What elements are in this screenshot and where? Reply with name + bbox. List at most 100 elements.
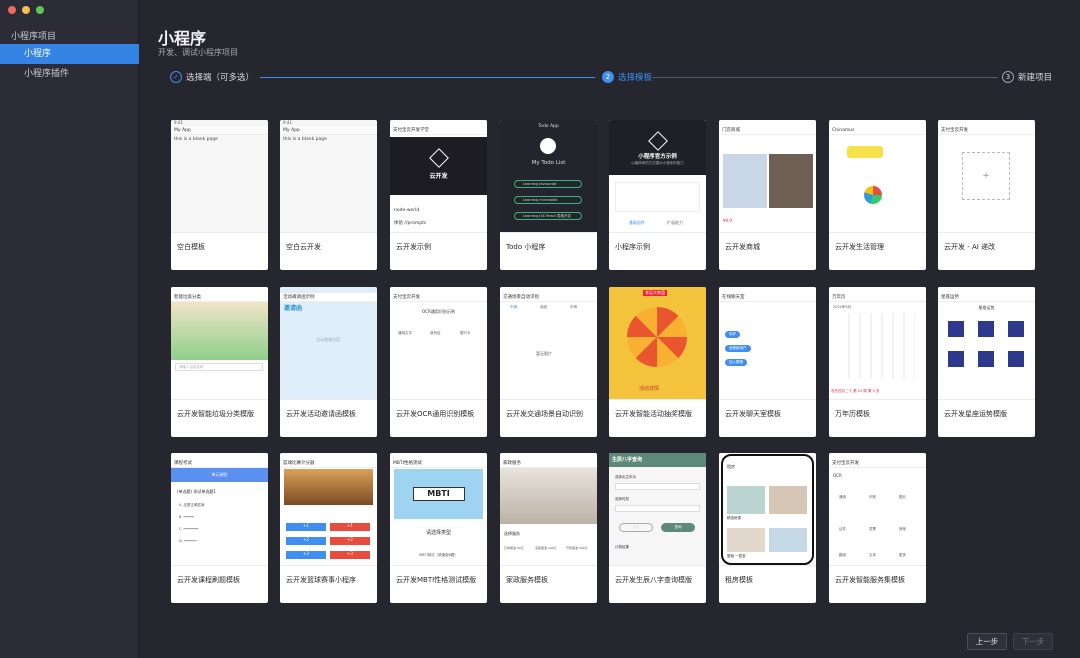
preview-nav: My App	[171, 126, 268, 135]
service-item: 翻译	[839, 553, 846, 557]
next-button[interactable]: 下一步	[1013, 633, 1053, 650]
page-title: 小程序	[158, 29, 207, 48]
preview-banner	[171, 302, 268, 360]
chat-bubble: 你好	[725, 331, 740, 338]
template-name: 云开发智能活动抽奖模版	[615, 410, 692, 418]
preview-hero-title: 云开发	[429, 173, 448, 180]
price-item: 日常保洁 99元	[504, 546, 524, 550]
template-card[interactable]: Chinamus 云开发生活管理	[829, 120, 926, 270]
template-preview: 支付宝云开发学堂 云开发 node-world 体验 //prompts	[390, 120, 487, 233]
preview-tab: 道路	[540, 305, 547, 309]
room-image	[769, 528, 807, 552]
template-card[interactable]: 家政服务 选择服务 日常保洁 99元 深度保洁 199元 开荒保洁 299元 家…	[500, 453, 597, 603]
preview-nav: 支付宝云开发	[938, 126, 1035, 135]
template-preview: 9:41 My App this is a blank page	[171, 120, 268, 233]
zodiac-icon	[948, 351, 964, 367]
template-name: 空白云开发	[286, 243, 321, 251]
template-card[interactable]: 活动邀请函示例 邀请函 活动邀请内容 云开发活动邀请函模板	[280, 287, 377, 437]
template-card[interactable]: 支付宝云开发 + 云开发 - AI 递改	[938, 120, 1035, 270]
preview-title: 租房	[727, 464, 735, 469]
step-connector-1	[260, 77, 595, 78]
template-card[interactable]: 支付宝云开发 OCR 通用 识别 图片 证件 发票 其他 翻译 文本 更多 云开…	[829, 453, 926, 603]
preview-item: node-world	[394, 208, 420, 213]
sidebar-item-plugin[interactable]: 小程序插件	[0, 64, 139, 84]
template-name: 云开发篮球赛事小程序	[286, 576, 356, 584]
template-card[interactable]: Todo App My Todo List Learning Javascrip…	[500, 120, 597, 270]
preview-title: 星座运势	[978, 305, 995, 310]
score-button[interactable]: +3	[286, 551, 326, 559]
template-card[interactable]: 星座运势 星座运势 云开发星座运势模版	[938, 287, 1035, 437]
maximize-window-button[interactable]	[36, 6, 44, 14]
preview-tab: 扩展能力	[667, 220, 683, 225]
template-preview: 星座运势 星座运势	[938, 287, 1035, 400]
chat-bubble: 加入群聊	[725, 359, 747, 366]
template-card[interactable]: 幸运大转盘 活动详情 云开发智能活动抽奖模版	[609, 287, 706, 437]
template-card[interactable]: 课程考试 单元测验 (单选题) 测试单选题1 A. 这是正确答案 B. ━━━━…	[171, 453, 268, 603]
template-preview: 万年历 2022年9月 农历四月二十 第 22 周 第 3 天	[829, 287, 926, 400]
window-controls	[8, 6, 44, 14]
preview-button: 活动详情	[639, 386, 660, 392]
preview-item: 银行卡	[460, 331, 471, 335]
score-button[interactable]: +1	[286, 523, 326, 531]
template-preview: 门店商城 ¥9.9	[719, 120, 816, 233]
template-card[interactable]: 9:41 My App this is a blank page 空白云开发	[280, 120, 377, 270]
template-card[interactable]: 支付宝云开发学堂 云开发 node-world 体验 //prompts 云开发…	[390, 120, 487, 270]
preview-banner	[847, 146, 883, 158]
zodiac-icon	[978, 351, 994, 367]
template-card[interactable]: 支付宝云开发 OCR通用识别示例 通用文字 身份证 银行卡 云开发OCR通用识别…	[390, 287, 487, 437]
template-card[interactable]: 门店商城 ¥9.9 云开发商城	[719, 120, 816, 270]
score-button[interactable]: +1	[330, 523, 370, 531]
step-3-number: 3	[1002, 71, 1014, 83]
template-preview: MBTI性格测试 MBTI 请选择类型 MBTI测试（简速版6题）	[390, 453, 487, 566]
preview-search: 请输入垃圾名称	[175, 363, 263, 371]
template-card[interactable]: 交通场景自动识别 车辆 道路 车牌 暂无图片 云开发交通场景自动识别	[500, 287, 597, 437]
preview-tab: 车辆	[510, 305, 517, 309]
chat-bubble: 我是新用户	[725, 345, 751, 352]
room-image	[727, 528, 765, 552]
service-item: 发票	[869, 527, 876, 531]
preview-title: 选择服务	[504, 531, 520, 536]
preview-input	[615, 505, 700, 512]
close-window-button[interactable]	[8, 6, 16, 14]
sidebar-item-miniprogram[interactable]: 小程序	[0, 44, 139, 64]
template-card[interactable]: 小程序官方示例 以最简单的方式展示小程序的能力 基础组件 扩展能力 小程序示例	[609, 120, 706, 270]
zodiac-icon	[1008, 321, 1024, 337]
template-card[interactable]: 篮球比赛计分器 +1 +1 +2 +2 +3 +3 云开发篮球赛事小程序	[280, 453, 377, 603]
preview-option: A. 这是正确答案	[179, 503, 205, 507]
template-card[interactable]: 9:41 My App this is a blank page 空白模板	[171, 120, 268, 270]
template-card[interactable]: 智能垃圾分类 请输入垃圾名称 云开发智能垃圾分类模版	[171, 287, 268, 437]
preview-question: (单选题) 测试单选题1	[177, 489, 216, 494]
prev-button[interactable]: 上一步	[967, 633, 1007, 650]
template-preview: 篮球比赛计分器 +1 +1 +2 +2 +3 +3	[280, 453, 377, 566]
service-item: 通用	[839, 495, 846, 499]
calendar-grid	[839, 313, 915, 379]
preview-banner: 单元测验	[171, 468, 268, 482]
preview-footer: MBTI测试（简速版6题）	[419, 553, 458, 557]
template-card[interactable]: 在线聊天室 你好 我是新用户 加入群聊 云开发聊天室模板	[719, 287, 816, 437]
query-button[interactable]: 查询	[661, 523, 695, 532]
service-item: 其他	[899, 527, 906, 531]
step-indicator: ✓ 选择端（可多选） 2 选择模板 3 新建项目	[170, 71, 1052, 85]
reset-button[interactable]: 重置	[619, 523, 653, 532]
score-button[interactable]: +2	[286, 537, 326, 545]
template-card[interactable]: 生辰八字查询 选择出生年月 选择时辰 重置 查询 计算结果 云开发生辰八字查询模…	[609, 453, 706, 603]
template-card[interactable]: 租房 精选房源 整租·一居室 租房模板	[719, 453, 816, 603]
template-card[interactable]: 万年历 2022年9月 农历四月二十 第 22 周 第 3 天 万年历模板	[829, 287, 926, 437]
score-button[interactable]: +3	[330, 551, 370, 559]
template-preview: Chinamus	[829, 120, 926, 233]
minimize-window-button[interactable]	[22, 6, 30, 14]
preview-nav: 交通场景自动识别	[500, 293, 597, 302]
product-image	[723, 154, 767, 208]
preview-footer: 计算结果	[615, 545, 629, 549]
preview-nav: My App	[280, 126, 377, 135]
preview-nav: 在线聊天室	[719, 293, 816, 302]
score-button[interactable]: +2	[330, 537, 370, 545]
demo-logo-icon	[609, 131, 706, 151]
template-card[interactable]: MBTI性格测试 MBTI 请选择类型 MBTI测试（简速版6题） 云开发MBT…	[390, 453, 487, 603]
template-name: 小程序示例	[615, 243, 650, 251]
pie-chart-icon	[864, 186, 882, 204]
todo-item: Learning Javascript	[514, 180, 582, 188]
template-name: 云开发生活管理	[835, 243, 884, 251]
preview-nav: 万年历	[829, 293, 926, 302]
preview-text: this is a blank page	[283, 137, 327, 142]
